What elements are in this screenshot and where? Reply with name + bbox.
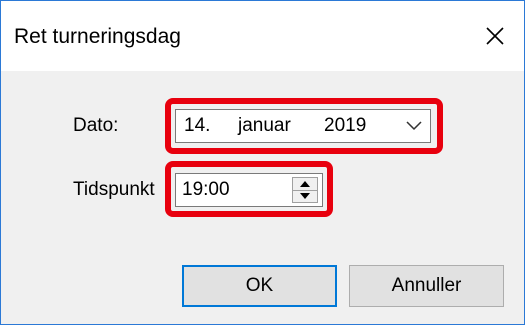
date-label: Dato:	[73, 115, 119, 136]
time-spinner[interactable]	[292, 177, 318, 203]
dialog-window: Ret turneringsdag Dato: 14. januar 2019 …	[0, 0, 525, 325]
dialog-title: Ret turneringsdag	[14, 25, 181, 48]
time-value[interactable]: 19:00	[182, 179, 230, 201]
spin-down-button[interactable]	[293, 190, 317, 202]
date-month[interactable]: januar	[238, 115, 291, 137]
chevron-down-icon[interactable]	[406, 119, 422, 131]
arrow-up-icon	[300, 181, 310, 187]
time-label: Tidspunkt	[73, 179, 155, 200]
time-field[interactable]: 19:00	[175, 173, 323, 207]
date-year[interactable]: 2019	[324, 115, 366, 137]
close-button[interactable]	[472, 13, 518, 59]
title-bar: Ret turneringsdag	[1, 1, 524, 71]
date-picker[interactable]: 14. januar 2019	[175, 109, 431, 143]
ok-button[interactable]: OK	[182, 265, 337, 307]
cancel-button[interactable]: Annuller	[349, 265, 504, 307]
arrow-down-icon	[300, 193, 310, 199]
date-day[interactable]: 14.	[184, 115, 210, 137]
close-icon	[486, 27, 504, 45]
